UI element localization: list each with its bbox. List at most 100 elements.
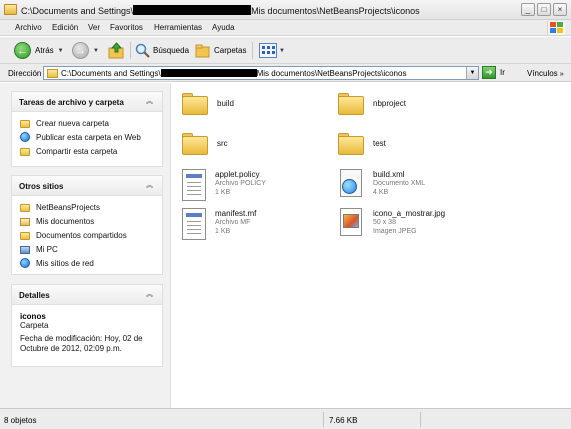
views-button[interactable]: ▼ [259, 41, 285, 60]
file-name: src [217, 139, 228, 148]
task-publish-web[interactable]: Publicar esta carpeta en Web [20, 130, 162, 144]
folder-icon [338, 133, 364, 155]
other-places-panel: Otros sitios ︽ NetBeansProjects Mis docu… [11, 175, 163, 275]
folders-button[interactable]: Carpetas [195, 41, 246, 60]
task-share-folder[interactable]: Compartir esta carpeta [20, 144, 162, 158]
document-icon [182, 169, 206, 201]
xml-document-icon [338, 169, 364, 199]
place-label: Mis documentos [36, 216, 95, 226]
views-icon [259, 43, 277, 58]
title-bar: C:\Documents and Settings\ Mis documentos… [0, 0, 571, 20]
address-path-suffix: Mis documentos\NetBeansProjects\iconos [256, 69, 407, 78]
file-name: manifest.mf [215, 209, 257, 218]
status-divider [323, 412, 324, 427]
title-prefix: C:\Documents and Settings\ [21, 6, 134, 16]
title-suffix: Mis documentos\NetBeansProjects\iconos [251, 6, 420, 16]
go-label: Ir [500, 68, 505, 77]
details-modified-line1: Fecha de modificación: Hoy, 02 de [20, 334, 143, 343]
go-button[interactable]: ➜ Ir [482, 66, 505, 79]
place-mis-sitios-de-red[interactable]: Mis sitios de red [20, 256, 162, 270]
shared-documents-icon [20, 231, 30, 240]
shared-folder-icon [20, 147, 30, 156]
collapse-chevron-icon[interactable]: ︽ [145, 290, 154, 299]
folders-icon [195, 44, 210, 58]
chevron-down-icon[interactable]: ▼ [466, 67, 478, 79]
address-input[interactable]: C:\Documents and Settings\ Mis documentos… [43, 66, 479, 80]
file-type: Archivo POLICY [215, 180, 266, 187]
file-name: applet.policy [215, 170, 260, 179]
file-name: icono_a_mostrar.jpg [373, 209, 446, 218]
task-label: Publicar esta carpeta en Web [36, 132, 141, 142]
file-item-nbproject[interactable]: nbproject [338, 88, 406, 115]
go-arrow-icon: ➜ [482, 66, 496, 79]
collapse-chevron-icon[interactable]: ︽ [145, 97, 154, 106]
maximize-button[interactable]: □ [537, 3, 551, 16]
folder-icon [182, 133, 208, 155]
place-label: Documentos compartidos [36, 230, 127, 240]
place-label: Mis sitios de red [36, 258, 94, 268]
folder-icon [20, 203, 30, 212]
menu-herramientas[interactable]: Herramientas [154, 23, 202, 32]
chevron-down-icon[interactable]: ▼ [58, 48, 64, 54]
back-label: Atrás [35, 46, 54, 55]
menu-archivo[interactable]: Archivo [15, 23, 42, 32]
tasks-panel: Tareas de archivo y carpeta ︽ Crear nuev… [11, 91, 163, 167]
task-label: Compartir esta carpeta [36, 146, 118, 156]
search-button[interactable]: Búsqueda [135, 41, 189, 60]
details-panel-header[interactable]: Detalles ︽ [12, 285, 162, 305]
menu-edicion[interactable]: Edición [52, 23, 78, 32]
back-button[interactable]: ← Atrás ▼ [14, 41, 64, 60]
file-item-manifest-mf[interactable]: manifest.mf Archivo MF 1 KB [182, 208, 256, 240]
address-path: C:\Documents and Settings\ Mis documentos… [61, 69, 406, 78]
place-label: NetBeansProjects [36, 202, 101, 212]
folder-icon [4, 4, 17, 15]
task-new-folder[interactable]: Crear nueva carpeta [20, 116, 162, 130]
panel-title: Otros sitios [19, 182, 64, 191]
menu-ayuda[interactable]: Ayuda [212, 23, 235, 32]
file-dimensions: 50 x 38 [373, 219, 396, 226]
forward-button[interactable]: → ▼ [72, 41, 99, 60]
file-item-build-xml[interactable]: build.xml Documento XML 4 KB [338, 169, 425, 199]
file-item-build[interactable]: build [182, 88, 234, 115]
file-name: build [217, 99, 234, 108]
file-size: 1 KB [215, 189, 231, 196]
place-mi-pc[interactable]: Mi PC [20, 242, 162, 256]
place-documentos-compartidos[interactable]: Documentos compartidos [20, 228, 162, 242]
place-netbeansprojects[interactable]: NetBeansProjects [20, 200, 162, 214]
folder-icon [338, 93, 364, 115]
menu-favoritos[interactable]: Favoritos [110, 23, 143, 32]
file-item-src[interactable]: src [182, 128, 228, 155]
up-folder-button[interactable] [108, 41, 125, 60]
toolbar-divider [130, 42, 131, 59]
details-item-name: iconos [20, 312, 46, 321]
file-item-test[interactable]: test [338, 128, 386, 155]
menu-ver[interactable]: Ver [88, 23, 100, 32]
file-name: nbproject [373, 99, 406, 108]
chevron-down-icon[interactable]: ▼ [93, 48, 99, 54]
place-mis-documentos[interactable]: Mis documentos [20, 214, 162, 228]
back-arrow-icon: ← [14, 42, 31, 59]
task-label: Crear nueva carpeta [36, 118, 109, 128]
address-path-prefix: C:\Documents and Settings\ [61, 69, 161, 78]
file-item-applet-policy[interactable]: applet.policy Archivo POLICY 1 KB [182, 169, 266, 201]
chevron-down-icon[interactable]: ▼ [279, 48, 285, 54]
windows-logo-icon [547, 21, 565, 35]
close-button[interactable]: × [553, 3, 567, 16]
forward-arrow-icon: → [72, 42, 89, 59]
file-item-icono-jpg[interactable]: icono_a_mostrar.jpg 50 x 38 Imagen JPEG [338, 208, 445, 238]
tasks-panel-header[interactable]: Tareas de archivo y carpeta ︽ [12, 92, 162, 112]
document-icon [182, 208, 206, 240]
collapse-chevron-icon[interactable]: ︽ [145, 181, 154, 190]
minimize-button[interactable]: _ [521, 3, 535, 16]
toolbar: ← Atrás ▼ → ▼ Búsqueda Carpetas ▼ [0, 37, 571, 64]
globe-icon [20, 132, 30, 142]
place-label: Mi PC [36, 244, 58, 254]
other-places-header[interactable]: Otros sitios ︽ [12, 176, 162, 196]
search-label: Búsqueda [153, 46, 190, 55]
up-folder-icon [108, 42, 124, 59]
panel-title: Tareas de archivo y carpeta [19, 98, 124, 107]
links-button[interactable]: Vínculos» [527, 69, 564, 78]
menu-bar: Archivo Edición Ver Favoritos Herramient… [0, 20, 571, 36]
folder-icon [182, 93, 208, 115]
file-type: Archivo MF [215, 219, 251, 226]
